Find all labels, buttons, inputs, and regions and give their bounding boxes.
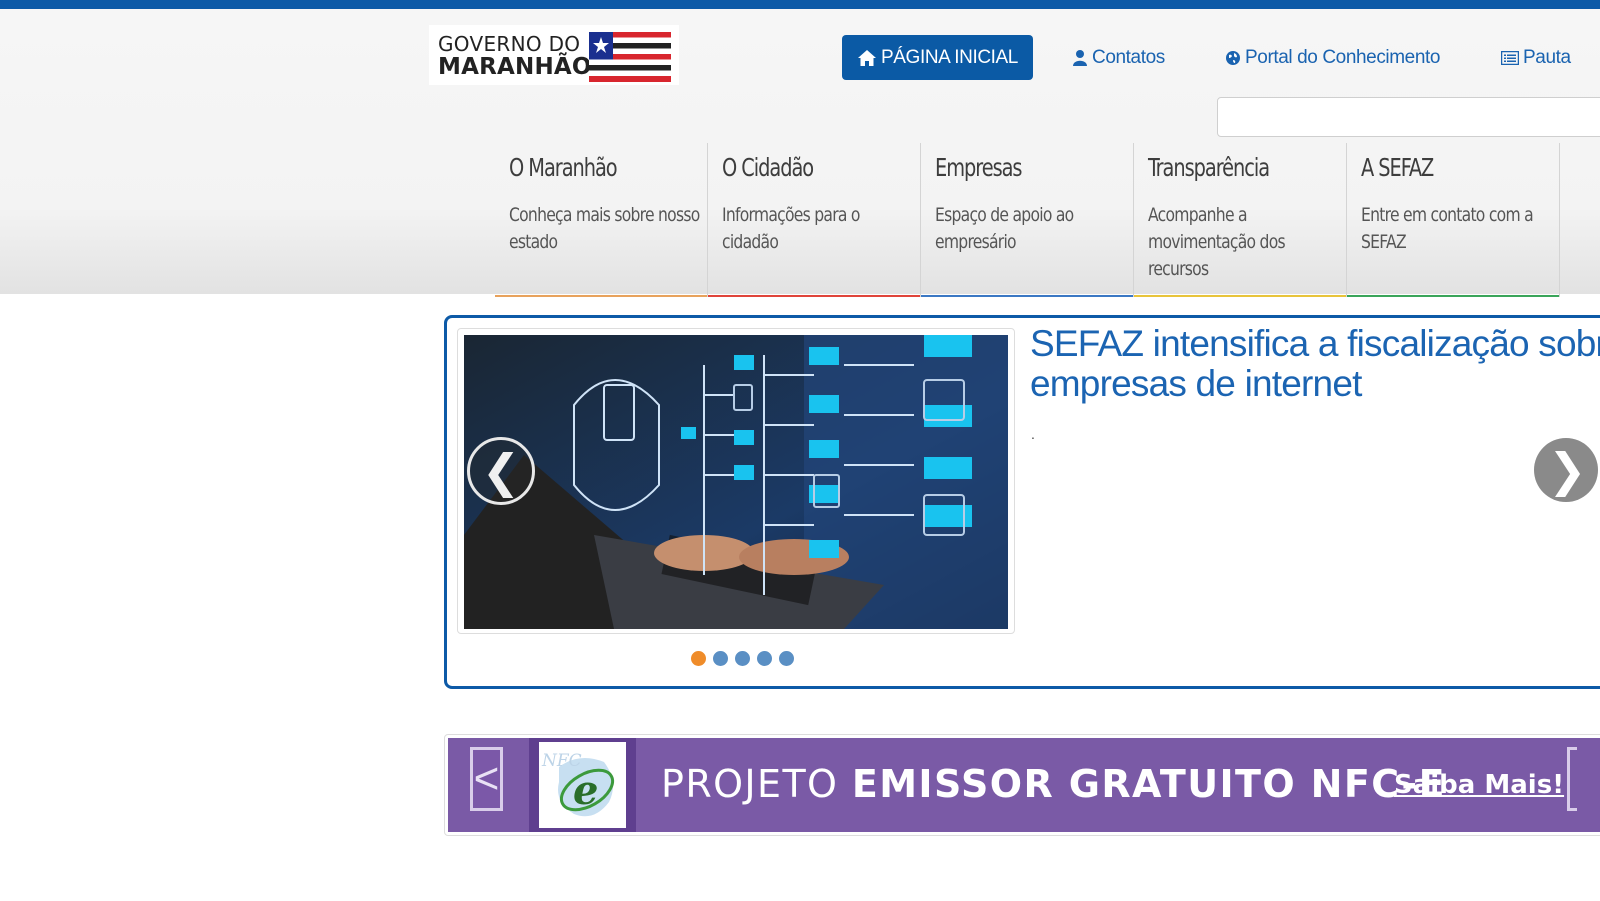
nfce-logo-box: NFC e	[529, 738, 636, 832]
menu-item-accent	[1347, 295, 1559, 297]
banner-text-bold: EMISSOR GRATUITO NFC-E	[851, 762, 1446, 806]
menu-item-desc: Acompanhe a movimentação dos recursos	[1148, 204, 1286, 280]
carousel-dot-2[interactable]	[713, 651, 728, 666]
nav-contatos-link[interactable]: Contatos	[1072, 35, 1165, 80]
nfce-logo-icon: NFC e	[541, 751, 615, 817]
banner-text: PROJETO EMISSOR GRATUITO NFC-E	[661, 762, 1446, 806]
carousel-next-button[interactable]: ❯	[1534, 438, 1598, 502]
menu-item-title: O Maranhão	[509, 153, 618, 182]
carousel-dot-5[interactable]	[779, 651, 794, 666]
top-accent-bar	[0, 0, 1600, 9]
saiba-mais-link[interactable]: Saiba Mais!	[1394, 770, 1564, 800]
list-icon	[1501, 50, 1519, 65]
home-icon	[858, 49, 877, 66]
nav-portal-link[interactable]: Portal do Conhecimento	[1225, 35, 1440, 80]
main-menu: O Maranhão Conheça mais sobre nosso esta…	[495, 143, 1560, 297]
carousel-dot-1[interactable]	[691, 651, 706, 666]
nav-home-button[interactable]: PÁGINA INICIAL	[842, 35, 1033, 80]
menu-item-maranhao[interactable]: O Maranhão Conheça mais sobre nosso esta…	[495, 143, 708, 297]
menu-item-desc: Informações para o cidadão	[722, 204, 860, 253]
search-input[interactable]	[1217, 97, 1600, 137]
nav-home-label: PÁGINA INICIAL	[881, 46, 1018, 68]
menu-item-empresas[interactable]: Empresas Espaço de apoio ao empresário	[921, 143, 1134, 297]
nav-contatos-label: Contatos	[1092, 46, 1165, 68]
carousel-dot-3[interactable]	[735, 651, 750, 666]
user-icon	[1073, 50, 1087, 66]
nfce-logo-letter: e	[573, 767, 598, 814]
menu-item-desc: Conheça mais sobre nosso estado	[509, 204, 700, 253]
menu-item-transparencia[interactable]: Transparência Acompanhe a movimentação d…	[1134, 143, 1347, 297]
banner-text-normal: PROJETO	[661, 762, 852, 806]
slide-headline[interactable]: SEFAZ intensifica a fiscalização sobre e…	[1030, 324, 1600, 404]
slide-image-frame[interactable]	[457, 328, 1015, 634]
menu-item-desc: Entre em contato com a SEFAZ	[1361, 204, 1534, 253]
carousel-prev-button[interactable]: ❮	[467, 437, 535, 505]
nfce-banner-slide[interactable]: < NFC e PROJETO EMISSOR GRATUITO NFC-E S…	[448, 738, 1600, 832]
nav-portal-label: Portal do Conhecimento	[1245, 46, 1441, 68]
logo-line1: GOVERNO DO	[438, 32, 581, 56]
banner-next-button[interactable]	[1567, 747, 1577, 811]
menu-item-cidadao[interactable]: O Cidadão Informações para o cidadão	[708, 143, 921, 297]
menu-item-accent	[1134, 295, 1346, 297]
menu-item-desc: Espaço de apoio ao empresário	[935, 204, 1074, 253]
carousel-dot-4[interactable]	[757, 651, 772, 666]
menu-item-title: Transparência	[1148, 153, 1270, 182]
slide-summary: .	[1031, 426, 1035, 442]
maranhao-flag-icon	[589, 32, 671, 82]
menu-item-title: A SEFAZ	[1361, 153, 1434, 182]
banner-prev-button[interactable]: <	[470, 747, 503, 811]
globe-icon	[1226, 50, 1240, 65]
menu-item-accent	[921, 295, 1133, 297]
slide-image[interactable]	[464, 335, 1008, 629]
menu-item-accent	[708, 295, 920, 297]
nav-pauta-label: Pauta	[1523, 46, 1571, 68]
governo-maranhao-logo[interactable]: GOVERNO DO MARANHÃO	[429, 25, 679, 85]
news-carousel: SEFAZ intensifica a fiscalização sobre e…	[444, 315, 1600, 689]
logo-line2: MARANHÃO	[438, 54, 592, 80]
menu-item-accent	[495, 295, 707, 297]
menu-item-sefaz[interactable]: A SEFAZ Entre em contato com a SEFAZ	[1347, 143, 1560, 297]
nfce-logo: NFC e	[539, 742, 626, 828]
menu-item-title: Empresas	[935, 153, 1023, 182]
site-header: GOVERNO DO MARANHÃO PÁGINA INICIAL Conta…	[0, 9, 1600, 297]
nfce-banner: < NFC e PROJETO EMISSOR GRATUITO NFC-E S…	[444, 734, 1600, 836]
nav-pauta-link[interactable]: Pauta	[1501, 35, 1571, 80]
carousel-indicators	[691, 651, 794, 666]
laptop-data-illustration-icon	[464, 335, 1008, 629]
menu-item-title: O Cidadão	[722, 153, 814, 182]
